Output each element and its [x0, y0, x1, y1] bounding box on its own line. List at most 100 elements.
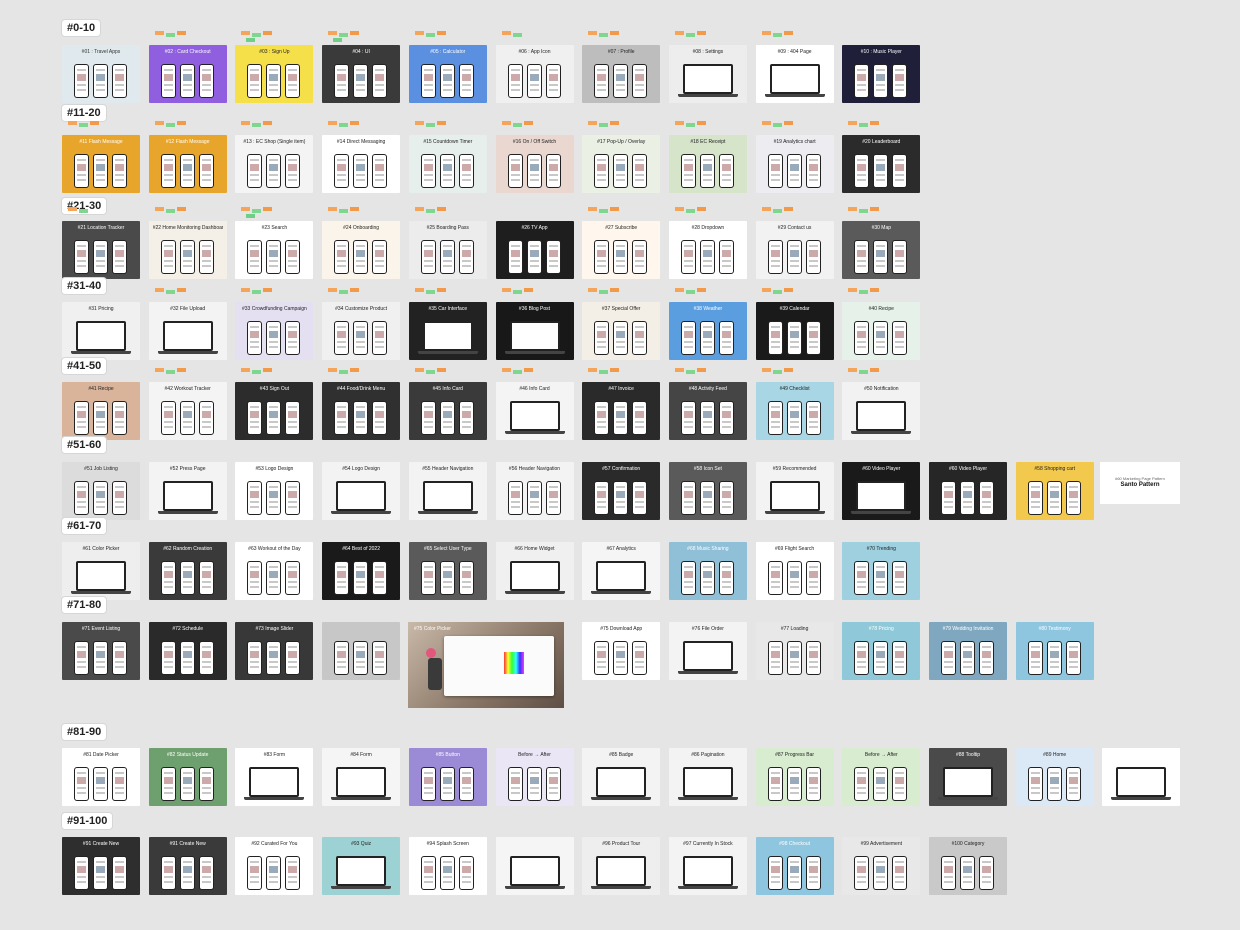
- design-frame[interactable]: #34 Customize Product: [322, 302, 401, 360]
- sticky-note[interactable]: [79, 123, 88, 127]
- figma-canvas[interactable]: #0-10 #01 : Travel Apps #02 : Card Checkou…: [0, 0, 1240, 930]
- design-frame[interactable]: #23 Search: [235, 221, 314, 279]
- design-frame[interactable]: #93 Quiz: [322, 837, 401, 895]
- design-frame[interactable]: #47 Invoice: [582, 382, 661, 440]
- design-frame[interactable]: #50 Notification: [842, 382, 921, 440]
- design-frame[interactable]: #100 Category: [929, 837, 1007, 895]
- sticky-note[interactable]: [414, 31, 424, 35]
- sticky-note[interactable]: [263, 368, 273, 372]
- sticky-note[interactable]: [599, 123, 609, 127]
- design-frame[interactable]: #20 Leaderboard: [842, 135, 921, 193]
- sticky-note[interactable]: [425, 370, 435, 374]
- design-frame[interactable]: #43 Sign Out: [235, 382, 314, 440]
- design-frame[interactable]: #91 Create New: [62, 837, 140, 895]
- sticky-note[interactable]: [425, 123, 435, 127]
- sticky-note[interactable]: [512, 370, 522, 374]
- sticky-note[interactable]: [512, 290, 522, 294]
- sticky-note[interactable]: [414, 288, 424, 292]
- design-frame[interactable]: #57 Confirmation: [582, 462, 661, 520]
- sticky-note[interactable]: [165, 370, 175, 374]
- sticky-note[interactable]: [436, 207, 446, 211]
- sticky-note[interactable]: [685, 370, 695, 374]
- design-frame[interactable]: #70 Trending: [842, 542, 921, 600]
- design-frame[interactable]: #63 Workout of the Day: [235, 542, 314, 600]
- design-frame[interactable]: #21 Location Tracker: [62, 221, 140, 279]
- sticky-note[interactable]: [414, 121, 424, 125]
- sticky-note[interactable]: [859, 209, 869, 213]
- design-frame[interactable]: #10 : Music Player: [842, 45, 921, 103]
- design-frame[interactable]: #48 Activity Feed: [668, 382, 747, 440]
- design-frame[interactable]: #68 Music Sharing: [668, 542, 747, 600]
- design-frame[interactable]: #07 : Profile: [582, 45, 661, 103]
- design-frame[interactable]: #61 Color Picker: [62, 542, 140, 600]
- design-frame[interactable]: Before → After: [842, 748, 921, 806]
- sticky-note[interactable]: [154, 31, 164, 35]
- sticky-note[interactable]: [263, 288, 273, 292]
- row-label[interactable]: #31-40: [62, 278, 107, 294]
- design-frame[interactable]: #98 Checkout: [755, 837, 834, 895]
- sticky-note[interactable]: [783, 207, 793, 211]
- design-frame[interactable]: #72 Schedule: [148, 622, 227, 680]
- sticky-note[interactable]: [246, 38, 256, 42]
- sticky-note[interactable]: [512, 123, 522, 127]
- design-frame[interactable]: #85 Button: [408, 748, 487, 806]
- sticky-note[interactable]: [870, 207, 880, 211]
- design-frame[interactable]: #52 Press Page: [148, 462, 227, 520]
- design-frame[interactable]: #79 Wedding Invitation: [929, 622, 1007, 680]
- sticky-note[interactable]: [176, 207, 186, 211]
- design-frame[interactable]: #60 Video Player: [929, 462, 1007, 520]
- sticky-note[interactable]: [685, 209, 695, 213]
- design-frame[interactable]: #81 Date Picker: [62, 748, 140, 806]
- sticky-note[interactable]: [414, 207, 424, 211]
- design-frame[interactable]: #04 : UI: [322, 45, 401, 103]
- sticky-note[interactable]: [241, 31, 251, 35]
- sticky-note[interactable]: [772, 123, 782, 127]
- design-frame[interactable]: #80 Testimony: [1015, 622, 1094, 680]
- sticky-note[interactable]: [328, 207, 338, 211]
- sticky-note[interactable]: [783, 368, 793, 372]
- design-frame[interactable]: #08 : Settings: [668, 45, 747, 103]
- design-frame[interactable]: #29 Contact us: [755, 221, 834, 279]
- sticky-note[interactable]: [772, 33, 782, 37]
- design-frame[interactable]: #15 Countdown Timer: [408, 135, 487, 193]
- sticky-note[interactable]: [685, 290, 695, 294]
- design-frame[interactable]: #78 Pricing: [842, 622, 921, 680]
- design-frame[interactable]: #96 Product Tour: [582, 837, 661, 895]
- design-frame[interactable]: #94 Splash Screen: [408, 837, 487, 895]
- sticky-note[interactable]: [263, 121, 273, 125]
- sticky-note[interactable]: [859, 123, 869, 127]
- sticky-note[interactable]: [761, 121, 771, 125]
- design-frame[interactable]: #26 TV App: [495, 221, 574, 279]
- sticky-note[interactable]: [870, 368, 880, 372]
- design-frame[interactable]: #18 EC Receipt: [668, 135, 747, 193]
- design-frame[interactable]: #30 Map: [842, 221, 921, 279]
- design-frame[interactable]: #84 Form: [322, 748, 401, 806]
- sticky-note[interactable]: [610, 368, 620, 372]
- sticky-note[interactable]: [761, 31, 771, 35]
- sticky-note[interactable]: [176, 288, 186, 292]
- design-frame[interactable]: #11 Flash Message: [62, 135, 140, 193]
- design-frame[interactable]: #85 Badge: [582, 748, 661, 806]
- sticky-note[interactable]: [436, 368, 446, 372]
- sticky-note[interactable]: [696, 31, 706, 35]
- sticky-note[interactable]: [599, 209, 609, 213]
- design-frame[interactable]: #41 Recipe: [62, 382, 140, 440]
- design-frame[interactable]: #66 Home Widget: [495, 542, 574, 600]
- sticky-note[interactable]: [252, 209, 262, 213]
- design-frame[interactable]: #75 Download App: [582, 622, 661, 680]
- sticky-note[interactable]: [165, 33, 175, 37]
- sticky-note[interactable]: [501, 121, 511, 125]
- sticky-note[interactable]: [328, 121, 338, 125]
- sticky-note[interactable]: [165, 290, 175, 294]
- design-frame[interactable]: #99 Advertisement: [842, 837, 921, 895]
- row-label[interactable]: #61-70: [62, 518, 107, 534]
- sticky-note[interactable]: [588, 368, 598, 372]
- design-frame[interactable]: #59 Recommended: [755, 462, 834, 520]
- sticky-note[interactable]: [599, 290, 609, 294]
- sticky-note[interactable]: [263, 207, 273, 211]
- sticky-note[interactable]: [436, 288, 446, 292]
- sticky-note[interactable]: [501, 368, 511, 372]
- sticky-note[interactable]: [328, 31, 338, 35]
- sticky-note[interactable]: [848, 368, 858, 372]
- sticky-note[interactable]: [696, 207, 706, 211]
